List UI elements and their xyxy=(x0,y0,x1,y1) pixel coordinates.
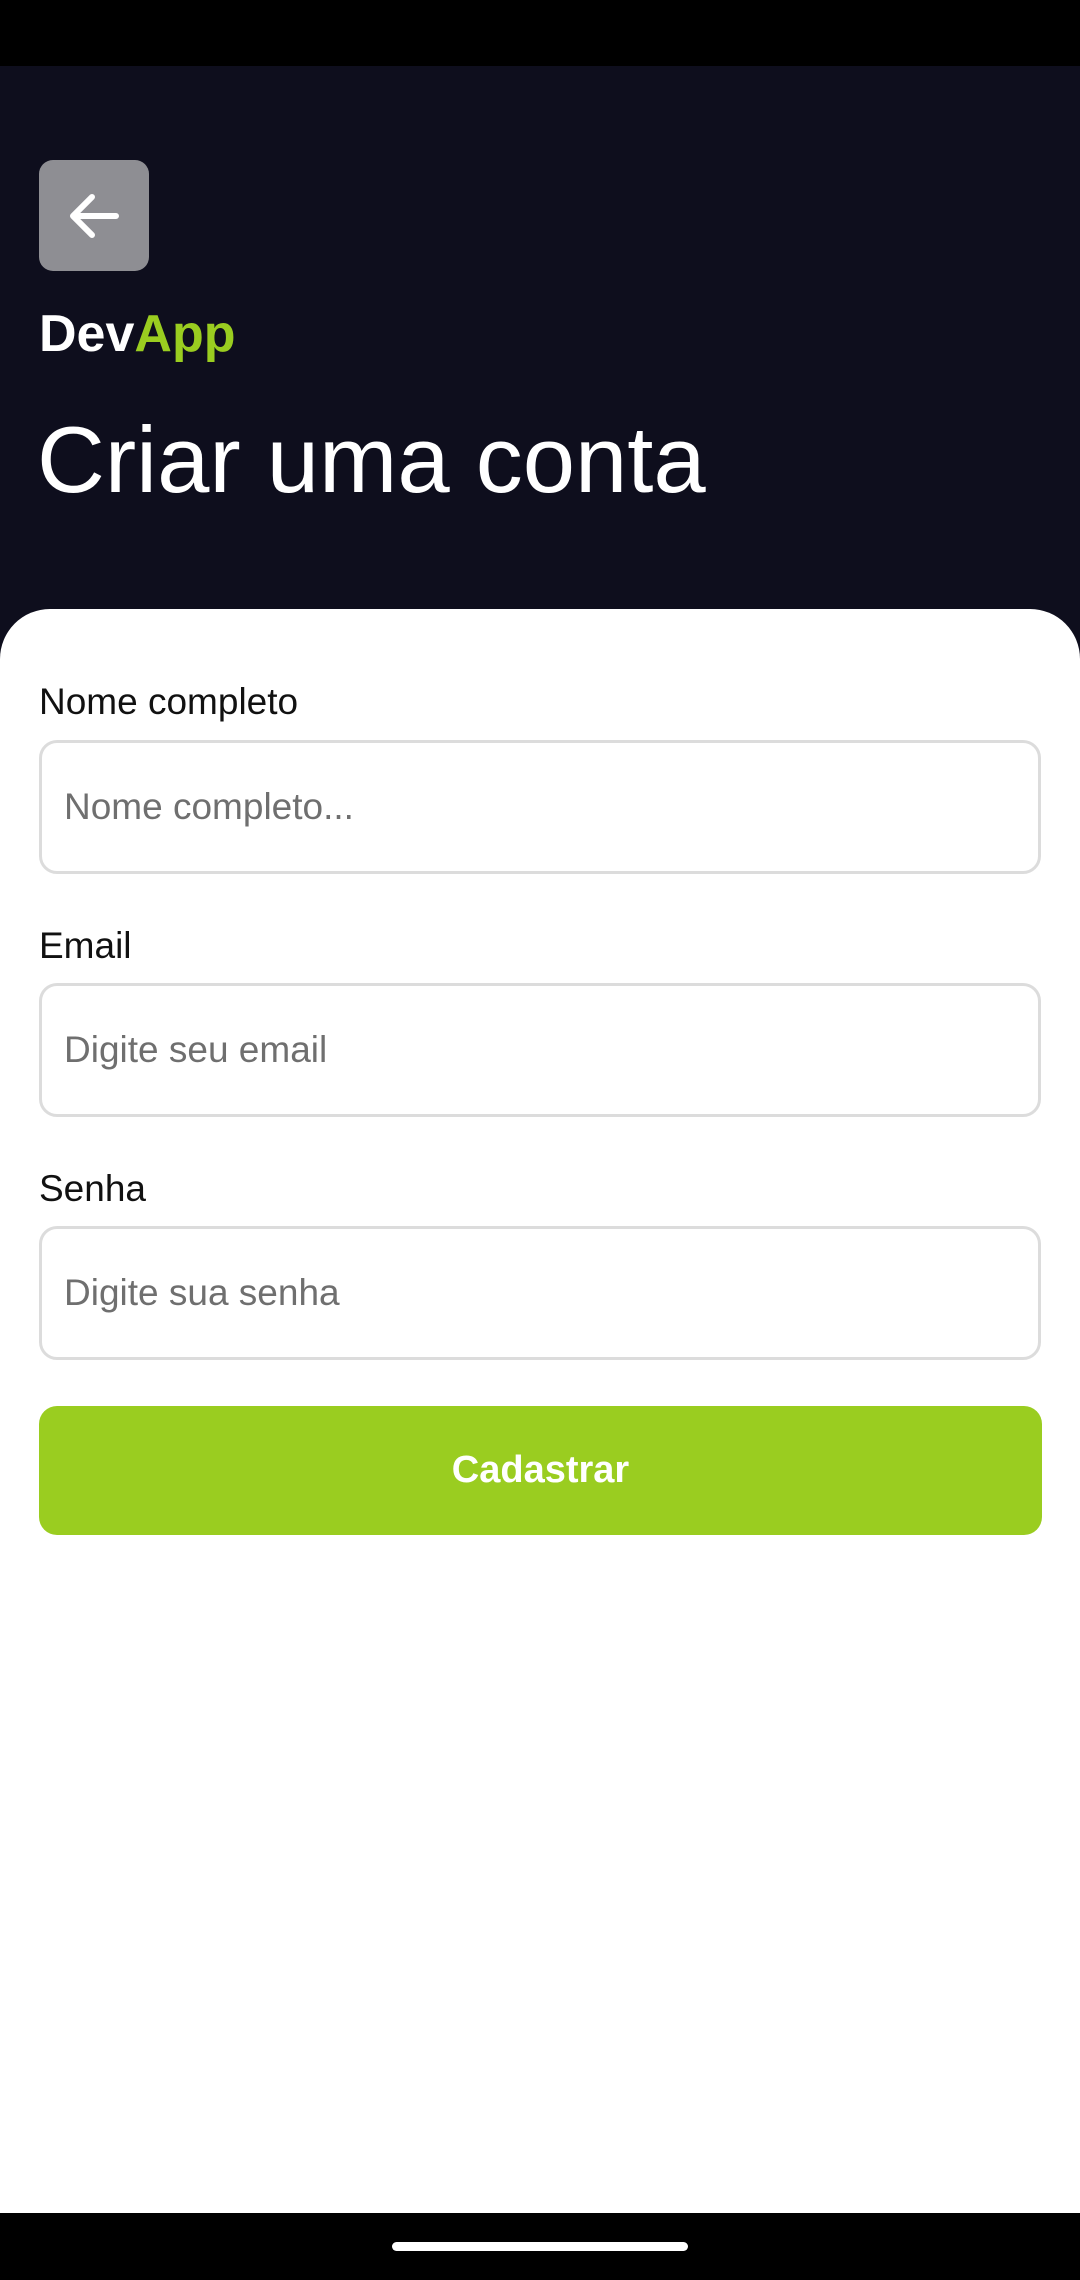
back-button[interactable] xyxy=(39,160,149,271)
status-bar xyxy=(0,0,1080,66)
arrow-left-icon xyxy=(70,193,119,238)
brand-accent: App xyxy=(134,305,236,363)
page-title: Criar uma conta xyxy=(37,407,706,512)
name-label: Nome completo xyxy=(39,681,299,722)
home-indicator[interactable] xyxy=(392,2242,688,2251)
email-label: Email xyxy=(39,925,132,966)
password-label: Senha xyxy=(39,1168,146,1209)
brand-primary: Dev xyxy=(39,305,135,363)
email-input[interactable] xyxy=(39,983,1041,1117)
name-input[interactable] xyxy=(39,740,1041,874)
app-logo: DevApp xyxy=(39,304,236,364)
register-button[interactable]: Cadastrar xyxy=(39,1406,1042,1535)
password-input[interactable] xyxy=(39,1226,1041,1360)
